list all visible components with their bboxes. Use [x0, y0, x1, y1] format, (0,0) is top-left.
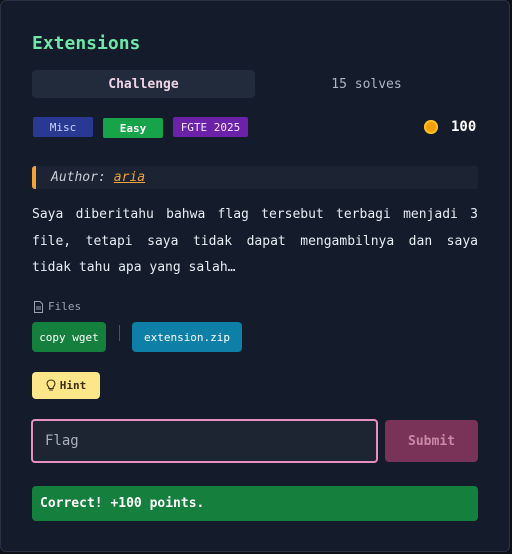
files-label: Files — [48, 300, 82, 313]
flag-input[interactable] — [31, 419, 378, 463]
hint-button[interactable]: Hint — [32, 372, 100, 399]
result-banner: Correct! +100 points. — [32, 486, 478, 521]
challenge-modal: Extensions Challenge 15 solves Misc Easy… — [0, 0, 510, 552]
submit-button[interactable]: Submit — [385, 420, 478, 462]
tab-challenge[interactable]: Challenge — [32, 70, 255, 98]
divider — [119, 325, 120, 341]
points-value: 100 — [451, 119, 477, 135]
hint-label: Hint — [59, 379, 87, 392]
tab-bar: Challenge 15 solves — [32, 70, 478, 98]
file-icon — [34, 300, 43, 313]
event-badge: FGTE 2025 — [173, 117, 248, 137]
difficulty-badge: Easy — [103, 118, 163, 138]
lightbulb-icon — [46, 379, 56, 391]
copy-wget-button[interactable]: copy wget — [32, 322, 106, 352]
coin-icon — [424, 120, 438, 134]
author-label: Author: — [51, 170, 106, 185]
category-badge: Misc — [33, 117, 93, 137]
challenge-title: Extensions — [32, 33, 141, 54]
challenge-description: Saya diberitahu bahwa flag tersebut terb… — [32, 207, 478, 275]
author-link[interactable]: aria — [114, 170, 145, 185]
author-box: Author: aria — [32, 166, 478, 189]
tab-solves[interactable]: 15 solves — [255, 70, 478, 98]
download-zip-button[interactable]: extension.zip — [132, 322, 242, 352]
files-header: Files — [33, 300, 81, 313]
